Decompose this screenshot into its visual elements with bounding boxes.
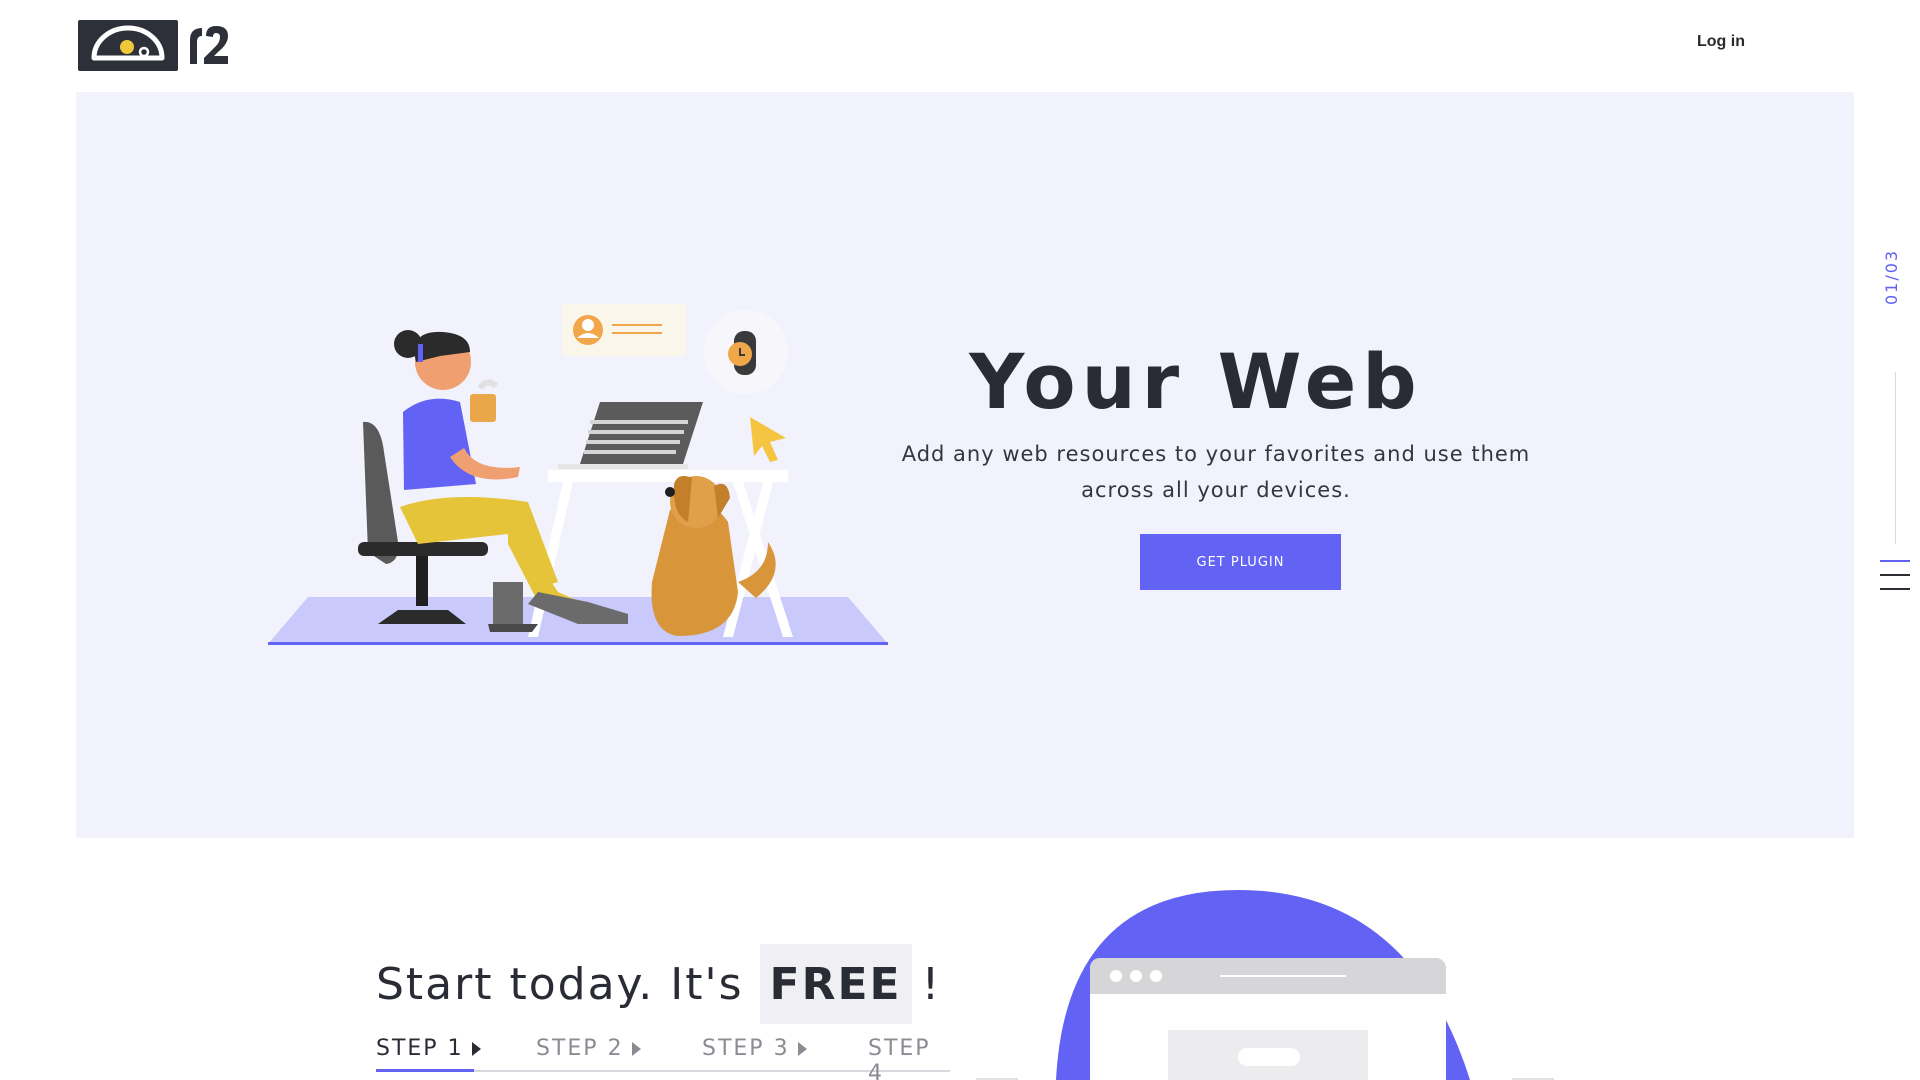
landing-page: Log in Your Web Add any web resources to… — [0, 0, 1920, 1080]
tab-step-4[interactable]: STEP 4 — [868, 1036, 950, 1080]
steps-active-indicator — [376, 1069, 474, 1072]
browser-window-illustration — [976, 890, 1554, 1080]
hero-subtitle: Add any web resources to your favorites … — [901, 442, 1531, 502]
start-title-prefix: Start today. It's — [376, 958, 744, 1010]
slide-counter: 01/03 — [1882, 248, 1901, 305]
login-link[interactable]: Log in — [1697, 33, 1745, 51]
play-arrow-icon — [471, 1041, 481, 1056]
hero-section: Your Web Add any web resources to your f… — [76, 92, 1854, 838]
logo[interactable] — [78, 20, 234, 71]
free-highlight: FREE — [759, 944, 912, 1024]
get-plugin-button[interactable]: GET PLUGIN — [1140, 534, 1341, 590]
tab-step-1[interactable]: STEP 1 — [376, 1036, 481, 1061]
steps-tabs: STEP 1 STEP 2 STEP 3 STEP 4 — [376, 1036, 950, 1080]
r2-logo-mark — [184, 20, 234, 71]
play-arrow-icon — [797, 1041, 807, 1056]
start-title: Start today. It's FREE ! — [376, 944, 941, 1024]
hamburger-menu-icon[interactable] — [1880, 560, 1910, 604]
step-label: STEP 4 — [868, 1036, 931, 1080]
tab-step-3[interactable]: STEP 3 — [702, 1036, 807, 1061]
step-label: STEP 1 — [376, 1036, 464, 1061]
tab-step-2[interactable]: STEP 2 — [536, 1036, 641, 1061]
start-title-suffix: ! — [921, 958, 942, 1010]
step-label: STEP 2 — [536, 1036, 624, 1061]
pager-divider — [1895, 372, 1896, 544]
step-label: STEP 3 — [702, 1036, 790, 1061]
play-arrow-icon — [631, 1041, 641, 1056]
woman-at-desk-with-dog-illustration — [268, 304, 888, 645]
speedometer-icon — [78, 20, 178, 71]
hero-title: Your Web — [969, 337, 1423, 426]
